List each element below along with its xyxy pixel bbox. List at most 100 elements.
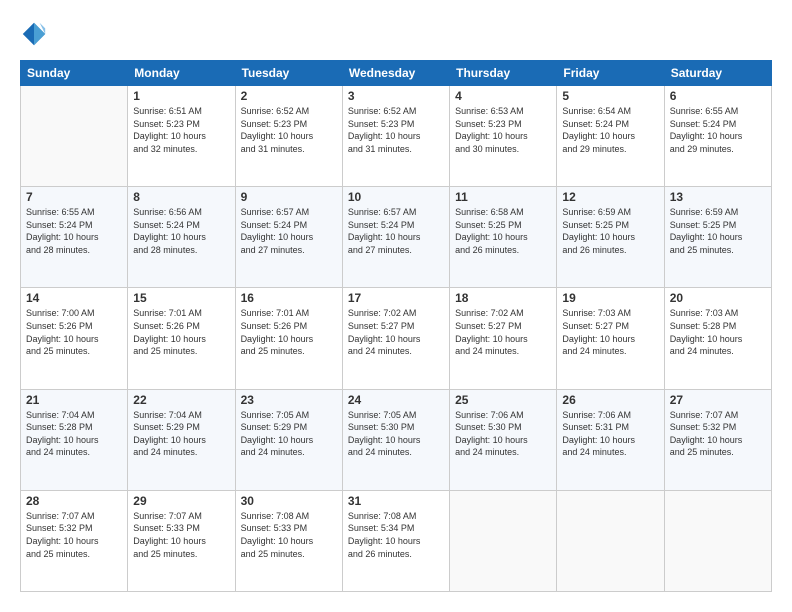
day-info: Sunrise: 7:06 AM Sunset: 5:30 PM Dayligh… <box>455 409 551 459</box>
calendar-cell <box>21 86 128 187</box>
logo <box>20 20 52 48</box>
day-number: 27 <box>670 393 766 407</box>
day-number: 6 <box>670 89 766 103</box>
day-number: 2 <box>241 89 337 103</box>
day-number: 14 <box>26 291 122 305</box>
day-number: 30 <box>241 494 337 508</box>
calendar-cell: 31Sunrise: 7:08 AM Sunset: 5:34 PM Dayli… <box>342 490 449 591</box>
day-info: Sunrise: 7:05 AM Sunset: 5:29 PM Dayligh… <box>241 409 337 459</box>
day-number: 25 <box>455 393 551 407</box>
calendar-cell: 18Sunrise: 7:02 AM Sunset: 5:27 PM Dayli… <box>450 288 557 389</box>
calendar-cell: 3Sunrise: 6:52 AM Sunset: 5:23 PM Daylig… <box>342 86 449 187</box>
calendar-week-row: 21 Sunrise: 7:04 AM Sunset: 5:28 PM Dayli… <box>21 389 772 490</box>
calendar-cell: 10Sunrise: 6:57 AM Sunset: 5:24 PM Dayli… <box>342 187 449 288</box>
day-number: 12 <box>562 190 658 204</box>
day-number: 9 <box>241 190 337 204</box>
day-number: 4 <box>455 89 551 103</box>
calendar-week-row: 1 Sunrise: 6:51 AM Sunset: 5:23 PM Daylig… <box>21 86 772 187</box>
day-info: Sunrise: 6:57 AM Sunset: 5:24 PM Dayligh… <box>241 206 337 256</box>
day-number: 5 <box>562 89 658 103</box>
calendar-cell <box>450 490 557 591</box>
calendar-cell <box>557 490 664 591</box>
weekday-header: Friday <box>557 61 664 86</box>
calendar-cell: 20 Sunrise: 7:03 AM Sunset: 5:28 PM Dayli… <box>664 288 771 389</box>
day-number: 17 <box>348 291 444 305</box>
calendar-cell: 1 Sunrise: 6:51 AM Sunset: 5:23 PM Daylig… <box>128 86 235 187</box>
day-info: Sunrise: 6:55 AM Sunset: 5:24 PM Dayligh… <box>670 105 766 155</box>
weekday-header: Sunday <box>21 61 128 86</box>
calendar-cell: 6 Sunrise: 6:55 AM Sunset: 5:24 PM Daylig… <box>664 86 771 187</box>
calendar-week-row: 28 Sunrise: 7:07 AM Sunset: 5:32 PM Dayli… <box>21 490 772 591</box>
day-number: 26 <box>562 393 658 407</box>
day-info: Sunrise: 7:01 AM Sunset: 5:26 PM Dayligh… <box>241 307 337 357</box>
calendar-cell: 25 Sunrise: 7:06 AM Sunset: 5:30 PM Dayli… <box>450 389 557 490</box>
day-number: 16 <box>241 291 337 305</box>
calendar-cell: 5 Sunrise: 6:54 AM Sunset: 5:24 PM Daylig… <box>557 86 664 187</box>
day-info: Sunrise: 7:00 AM Sunset: 5:26 PM Dayligh… <box>26 307 122 357</box>
calendar-week-row: 14 Sunrise: 7:00 AM Sunset: 5:26 PM Dayli… <box>21 288 772 389</box>
calendar: SundayMondayTuesdayWednesdayThursdayFrid… <box>20 60 772 592</box>
header <box>20 20 772 48</box>
weekday-header: Saturday <box>664 61 771 86</box>
calendar-cell: 26 Sunrise: 7:06 AM Sunset: 5:31 PM Dayli… <box>557 389 664 490</box>
day-info: Sunrise: 7:05 AM Sunset: 5:30 PM Dayligh… <box>348 409 444 459</box>
day-info: Sunrise: 7:04 AM Sunset: 5:28 PM Dayligh… <box>26 409 122 459</box>
day-info: Sunrise: 7:06 AM Sunset: 5:31 PM Dayligh… <box>562 409 658 459</box>
day-number: 10 <box>348 190 444 204</box>
day-number: 3 <box>348 89 444 103</box>
day-info: Sunrise: 6:56 AM Sunset: 5:24 PM Dayligh… <box>133 206 229 256</box>
calendar-cell: 19 Sunrise: 7:03 AM Sunset: 5:27 PM Dayli… <box>557 288 664 389</box>
day-info: Sunrise: 6:54 AM Sunset: 5:24 PM Dayligh… <box>562 105 658 155</box>
calendar-cell: 8 Sunrise: 6:56 AM Sunset: 5:24 PM Daylig… <box>128 187 235 288</box>
calendar-cell: 11Sunrise: 6:58 AM Sunset: 5:25 PM Dayli… <box>450 187 557 288</box>
day-info: Sunrise: 7:08 AM Sunset: 5:33 PM Dayligh… <box>241 510 337 560</box>
day-number: 31 <box>348 494 444 508</box>
day-info: Sunrise: 7:03 AM Sunset: 5:28 PM Dayligh… <box>670 307 766 357</box>
calendar-cell: 14 Sunrise: 7:00 AM Sunset: 5:26 PM Dayli… <box>21 288 128 389</box>
day-number: 28 <box>26 494 122 508</box>
calendar-cell: 4 Sunrise: 6:53 AM Sunset: 5:23 PM Daylig… <box>450 86 557 187</box>
day-number: 20 <box>670 291 766 305</box>
day-info: Sunrise: 7:07 AM Sunset: 5:32 PM Dayligh… <box>26 510 122 560</box>
calendar-cell: 21 Sunrise: 7:04 AM Sunset: 5:28 PM Dayli… <box>21 389 128 490</box>
day-number: 18 <box>455 291 551 305</box>
weekday-header: Wednesday <box>342 61 449 86</box>
calendar-cell <box>664 490 771 591</box>
calendar-cell: 7 Sunrise: 6:55 AM Sunset: 5:24 PM Daylig… <box>21 187 128 288</box>
calendar-cell: 22Sunrise: 7:04 AM Sunset: 5:29 PM Dayli… <box>128 389 235 490</box>
day-info: Sunrise: 7:07 AM Sunset: 5:32 PM Dayligh… <box>670 409 766 459</box>
day-number: 21 <box>26 393 122 407</box>
calendar-cell: 28 Sunrise: 7:07 AM Sunset: 5:32 PM Dayli… <box>21 490 128 591</box>
day-number: 19 <box>562 291 658 305</box>
page: SundayMondayTuesdayWednesdayThursdayFrid… <box>0 0 792 612</box>
day-info: Sunrise: 7:03 AM Sunset: 5:27 PM Dayligh… <box>562 307 658 357</box>
day-info: Sunrise: 6:59 AM Sunset: 5:25 PM Dayligh… <box>562 206 658 256</box>
day-number: 1 <box>133 89 229 103</box>
day-info: Sunrise: 7:07 AM Sunset: 5:33 PM Dayligh… <box>133 510 229 560</box>
calendar-cell: 30 Sunrise: 7:08 AM Sunset: 5:33 PM Dayli… <box>235 490 342 591</box>
day-number: 8 <box>133 190 229 204</box>
calendar-cell: 23 Sunrise: 7:05 AM Sunset: 5:29 PM Dayli… <box>235 389 342 490</box>
calendar-cell: 13Sunrise: 6:59 AM Sunset: 5:25 PM Dayli… <box>664 187 771 288</box>
day-info: Sunrise: 6:53 AM Sunset: 5:23 PM Dayligh… <box>455 105 551 155</box>
calendar-cell: 27 Sunrise: 7:07 AM Sunset: 5:32 PM Dayli… <box>664 389 771 490</box>
calendar-cell: 15 Sunrise: 7:01 AM Sunset: 5:26 PM Dayli… <box>128 288 235 389</box>
day-info: Sunrise: 7:01 AM Sunset: 5:26 PM Dayligh… <box>133 307 229 357</box>
weekday-header-row: SundayMondayTuesdayWednesdayThursdayFrid… <box>21 61 772 86</box>
calendar-cell: 17Sunrise: 7:02 AM Sunset: 5:27 PM Dayli… <box>342 288 449 389</box>
day-number: 29 <box>133 494 229 508</box>
logo-icon <box>20 20 48 48</box>
day-number: 13 <box>670 190 766 204</box>
weekday-header: Tuesday <box>235 61 342 86</box>
day-number: 22 <box>133 393 229 407</box>
day-number: 7 <box>26 190 122 204</box>
day-number: 24 <box>348 393 444 407</box>
calendar-cell: 2Sunrise: 6:52 AM Sunset: 5:23 PM Daylig… <box>235 86 342 187</box>
calendar-cell: 29 Sunrise: 7:07 AM Sunset: 5:33 PM Dayli… <box>128 490 235 591</box>
day-number: 15 <box>133 291 229 305</box>
calendar-week-row: 7 Sunrise: 6:55 AM Sunset: 5:24 PM Daylig… <box>21 187 772 288</box>
day-number: 23 <box>241 393 337 407</box>
day-info: Sunrise: 6:55 AM Sunset: 5:24 PM Dayligh… <box>26 206 122 256</box>
day-number: 11 <box>455 190 551 204</box>
day-info: Sunrise: 6:51 AM Sunset: 5:23 PM Dayligh… <box>133 105 229 155</box>
